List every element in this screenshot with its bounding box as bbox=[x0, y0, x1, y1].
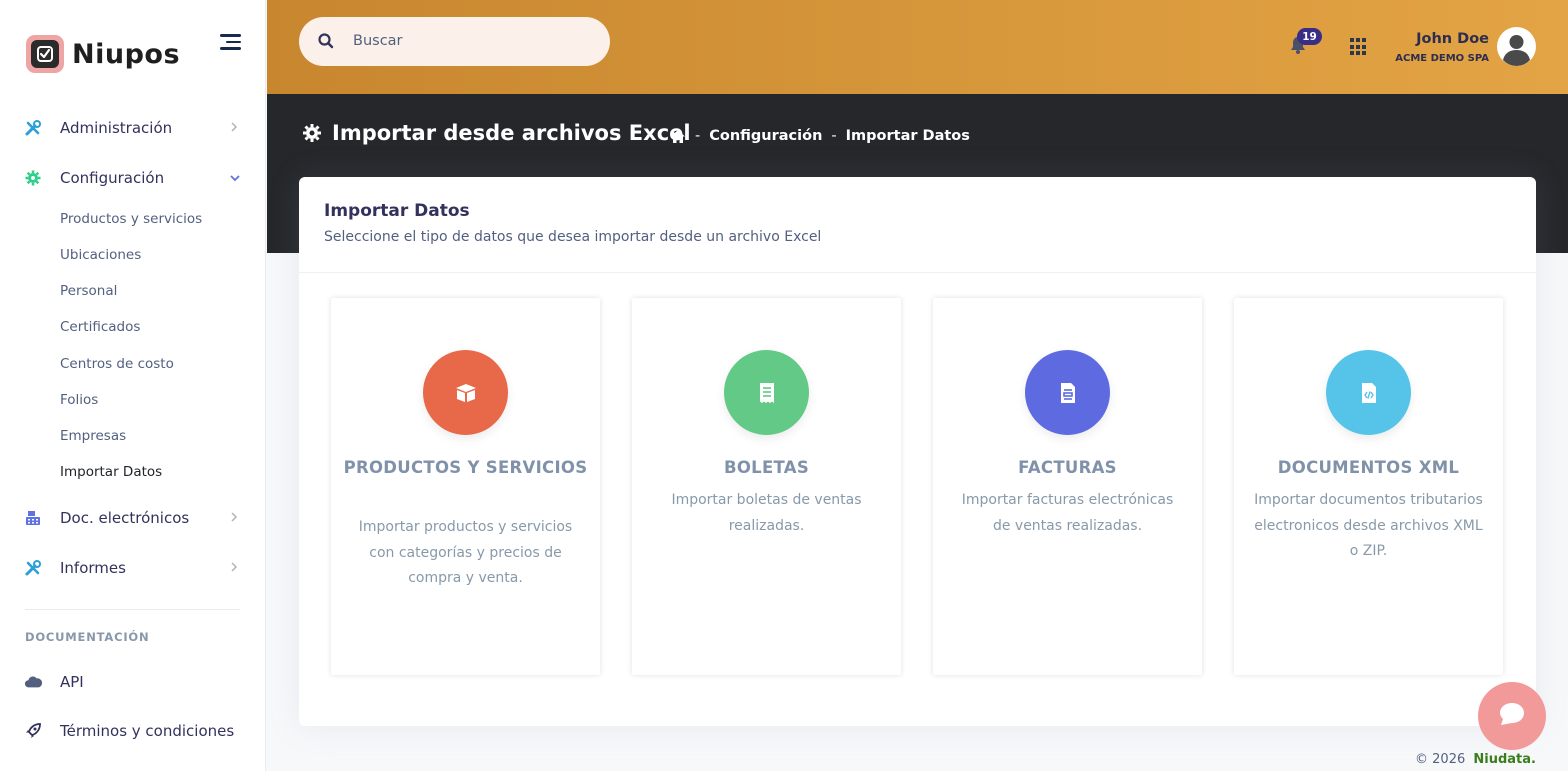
invoice-icon bbox=[1025, 350, 1110, 435]
tools-icon bbox=[24, 559, 42, 577]
breadcrumb: - Configuración - Importar Datos bbox=[670, 128, 970, 144]
menu-toggle-icon[interactable] bbox=[220, 34, 241, 50]
search-bar bbox=[299, 17, 610, 66]
chevron-right-icon bbox=[230, 511, 238, 525]
chat-button[interactable] bbox=[1478, 682, 1546, 750]
import-option-productos[interactable]: PRODUCTOS Y SERVICIOS Importar productos… bbox=[331, 298, 600, 675]
page-title-text: Importar desde archivos Excel bbox=[332, 121, 691, 145]
option-title: BOLETAS bbox=[723, 458, 810, 477]
sidebar-subitem-personal[interactable]: Personal bbox=[60, 283, 117, 299]
brand[interactable]: Niupos bbox=[26, 35, 180, 73]
sidebar-subitem-importar-datos[interactable]: Importar Datos bbox=[60, 464, 162, 480]
page-title: Importar desde archivos Excel bbox=[302, 121, 691, 145]
sidebar-subitem-ubicaciones[interactable]: Ubicaciones bbox=[60, 247, 141, 263]
option-description: Importar facturas electrónicas de ventas… bbox=[961, 492, 1174, 534]
sidebar-subitem-certificados[interactable]: Certificados bbox=[60, 319, 140, 335]
tools-icon bbox=[24, 119, 42, 137]
card-header: Importar Datos Seleccione el tipo de dat… bbox=[299, 177, 1536, 273]
home-icon[interactable] bbox=[670, 129, 686, 144]
sidebar-item-doc-electronicos[interactable]: Doc. electrónicos bbox=[0, 500, 266, 536]
notification-badge: 19 bbox=[1297, 28, 1322, 45]
sidebar-subitem-folios[interactable]: Folios bbox=[60, 392, 98, 408]
section-title-documentacion: DOCUMENTACIÓN bbox=[25, 630, 150, 644]
sidebar-item-api[interactable]: API bbox=[0, 664, 266, 700]
footer: © 2026 Niudata. bbox=[1300, 752, 1536, 767]
brand-logo bbox=[26, 35, 64, 73]
sidebar-subitem-centros-costo[interactable]: Centros de costo bbox=[60, 356, 174, 372]
gear-icon bbox=[302, 123, 322, 143]
option-title: DOCUMENTOS XML bbox=[1277, 458, 1460, 477]
option-description: Importar documentos tributarios electron… bbox=[1254, 492, 1483, 559]
import-option-facturas[interactable]: FACTURAS Importar facturas electrónicas … bbox=[933, 298, 1202, 675]
card-subtitle: Seleccione el tipo de datos que desea im… bbox=[324, 229, 822, 245]
sidebar-item-label: Términos y condiciones bbox=[60, 722, 235, 740]
sidebar-item-administracion[interactable]: Administración bbox=[0, 110, 266, 146]
box-icon bbox=[423, 350, 508, 435]
user-name[interactable]: John Doe bbox=[1367, 31, 1489, 47]
chat-bubble-icon bbox=[1498, 701, 1526, 731]
cloud-icon bbox=[24, 673, 42, 691]
import-card: Importar Datos Seleccione el tipo de dat… bbox=[299, 177, 1536, 726]
gear-icon bbox=[24, 169, 42, 187]
sidebar-item-label: API bbox=[60, 673, 84, 691]
footer-brand-link[interactable]: Niudata. bbox=[1473, 752, 1536, 767]
chevron-right-icon bbox=[230, 561, 238, 575]
check-icon bbox=[31, 40, 59, 68]
receipt-icon bbox=[724, 350, 809, 435]
sidebar-item-label: Configuración bbox=[60, 169, 165, 187]
sidebar: Niupos Administración Configuración Prod… bbox=[0, 0, 266, 771]
brand-name: Niupos bbox=[72, 38, 181, 70]
import-option-boletas[interactable]: BOLETAS Importar boletas de ventas reali… bbox=[632, 298, 901, 675]
breadcrumb-importar-datos: Importar Datos bbox=[845, 128, 970, 144]
sidebar-subitem-productos[interactable]: Productos y servicios bbox=[60, 211, 202, 227]
option-title: FACTURAS bbox=[1018, 458, 1117, 477]
file-code-icon bbox=[1326, 350, 1411, 435]
cash-register-icon bbox=[24, 509, 42, 527]
sidebar-divider bbox=[25, 609, 240, 610]
footer-copyright: © 2026 bbox=[1415, 752, 1466, 767]
user-company: ACME DEMO SPA bbox=[1395, 53, 1489, 64]
chevron-right-icon bbox=[230, 121, 238, 135]
avatar[interactable] bbox=[1497, 27, 1536, 66]
breadcrumb-separator: - bbox=[695, 128, 701, 144]
breadcrumb-configuracion[interactable]: Configuración bbox=[709, 128, 822, 144]
option-title: PRODUCTOS Y SERVICIOS bbox=[343, 458, 588, 477]
topbar: 19 John Doe ACME DEMO SPA bbox=[267, 0, 1568, 94]
sidebar-item-label: Administración bbox=[60, 119, 173, 137]
import-option-documentos-xml[interactable]: DOCUMENTOS XML Importar documentos tribu… bbox=[1234, 298, 1503, 675]
sidebar-item-configuracion[interactable]: Configuración bbox=[0, 160, 266, 196]
sidebar-subitem-empresas[interactable]: Empresas bbox=[60, 428, 126, 444]
sidebar-item-label: Informes bbox=[60, 559, 126, 577]
option-description: Importar productos y servicios con categ… bbox=[358, 519, 573, 586]
option-description: Importar boletas de ventas realizadas. bbox=[671, 492, 862, 534]
rocket-icon bbox=[24, 722, 42, 740]
breadcrumb-separator: - bbox=[831, 128, 837, 144]
chevron-down-icon bbox=[230, 172, 240, 185]
sidebar-item-label: Doc. electrónicos bbox=[60, 509, 190, 527]
search-icon bbox=[317, 32, 335, 50]
search-input[interactable] bbox=[353, 29, 593, 53]
card-title: Importar Datos bbox=[324, 201, 470, 221]
sidebar-item-informes[interactable]: Informes bbox=[0, 550, 266, 586]
sidebar-item-terminos[interactable]: Términos y condiciones bbox=[0, 713, 266, 749]
